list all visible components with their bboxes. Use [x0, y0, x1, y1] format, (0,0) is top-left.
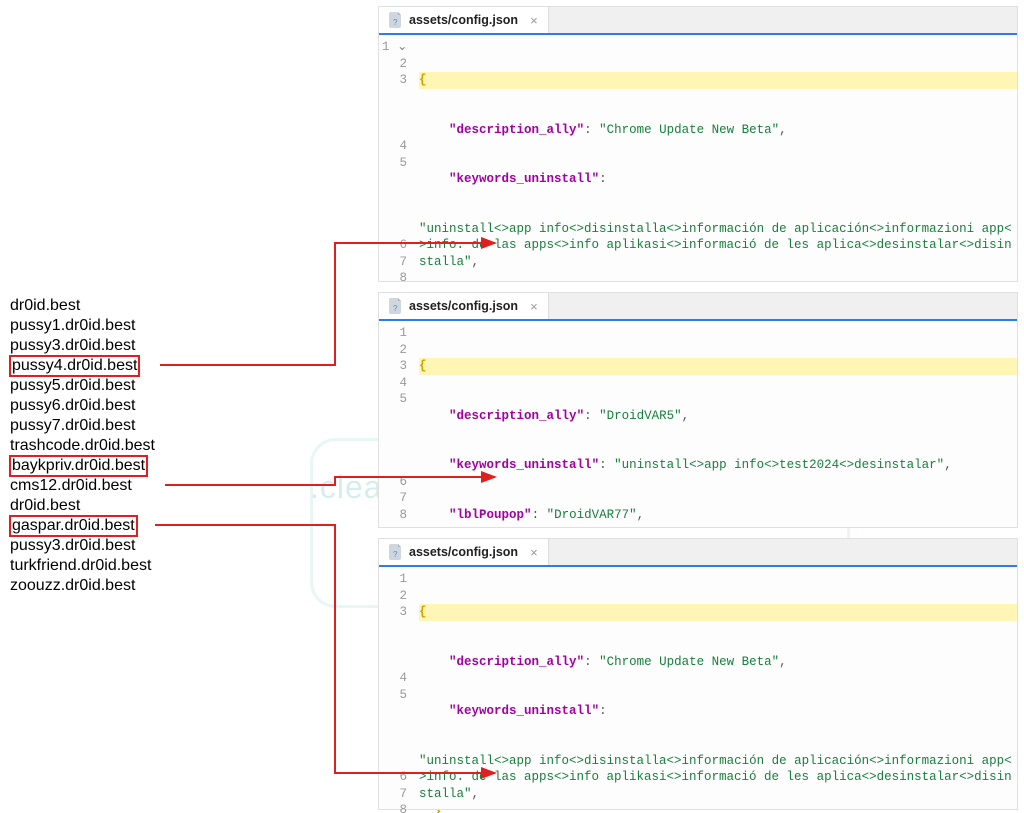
domain-entry: zoouzz.dr0id.best — [10, 576, 155, 596]
tab-filename: assets/config.json — [409, 545, 518, 559]
domain-entry: dr0id.best — [10, 296, 155, 316]
domain-entry: trashcode.dr0id.best — [10, 436, 155, 456]
svg-text:?: ? — [393, 18, 398, 27]
domain-entry: baykpriv.dr0id.best — [10, 456, 155, 476]
domain-entry: dr0id.best — [10, 496, 155, 516]
close-icon[interactable]: × — [530, 545, 538, 560]
domain-entry: turkfriend.dr0id.best — [10, 556, 155, 576]
code-body[interactable]: { "description_ally": "Chrome Update New… — [415, 567, 1017, 813]
domain-entry: pussy3.dr0id.best — [10, 536, 155, 556]
file-tab[interactable]: ? assets/config.json × — [379, 7, 549, 33]
file-tab[interactable]: ? assets/config.json × — [379, 293, 549, 319]
code-panel-3: ? assets/config.json × 123 45 678 { "des… — [378, 538, 1018, 810]
domain-entry: cms12.dr0id.best — [10, 476, 155, 496]
svg-text:?: ? — [393, 550, 398, 559]
gutter: 123 45 678 — [379, 567, 415, 813]
domain-entry: pussy1.dr0id.best — [10, 316, 155, 336]
json-file-icon: ? — [389, 544, 403, 560]
tab-bar: ? assets/config.json × — [379, 293, 1017, 321]
domain-entry: pussy6.dr0id.best — [10, 396, 155, 416]
domain-entry: gaspar.dr0id.best — [10, 516, 155, 536]
code-area[interactable]: 123 45 678 { "description_ally": "Chrome… — [379, 567, 1017, 813]
domain-entry: pussy3.dr0id.best — [10, 336, 155, 356]
tab-filename: assets/config.json — [409, 299, 518, 313]
json-file-icon: ? — [389, 298, 403, 314]
close-icon[interactable]: × — [530, 299, 538, 314]
code-panel-1: ? assets/config.json × 1 ⌄ 2 3 4 5 6 7 8… — [378, 6, 1018, 282]
svg-text:?: ? — [393, 304, 398, 313]
code-panel-2: ? assets/config.json × 12345 678 { "desc… — [378, 292, 1018, 528]
domain-list: dr0id.bestpussy1.dr0id.bestpussy3.dr0id.… — [10, 296, 155, 596]
domain-entry: pussy7.dr0id.best — [10, 416, 155, 436]
file-tab[interactable]: ? assets/config.json × — [379, 539, 549, 565]
tab-bar: ? assets/config.json × — [379, 539, 1017, 567]
tab-bar: ? assets/config.json × — [379, 7, 1017, 35]
domain-entry: pussy4.dr0id.best — [10, 356, 155, 376]
json-file-icon: ? — [389, 12, 403, 28]
tab-filename: assets/config.json — [409, 13, 518, 27]
close-icon[interactable]: × — [530, 13, 538, 28]
domain-entry: pussy5.dr0id.best — [10, 376, 155, 396]
